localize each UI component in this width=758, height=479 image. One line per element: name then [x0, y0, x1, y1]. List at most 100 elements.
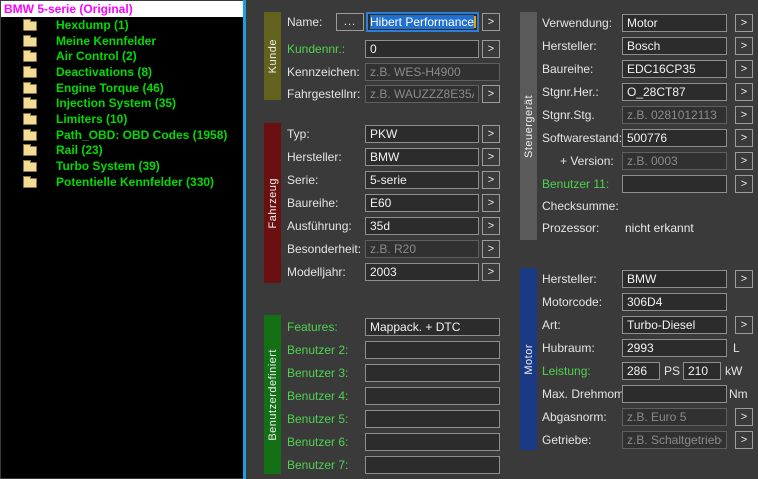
- verwendung-input[interactable]: [622, 14, 727, 32]
- typ-input[interactable]: [365, 125, 479, 143]
- stgnr-stg-input[interactable]: [622, 106, 727, 124]
- besonderheit-input[interactable]: [365, 240, 479, 258]
- features-input[interactable]: [365, 318, 500, 336]
- benutzer2-input[interactable]: [365, 341, 500, 359]
- name-arrow-button[interactable]: >: [482, 13, 500, 31]
- ecu-baureihe-arrow-button[interactable]: >: [735, 60, 753, 78]
- kundennr-input[interactable]: [365, 40, 479, 58]
- benutzer11-arrow-button[interactable]: >: [735, 175, 753, 193]
- ausfuehrung-input[interactable]: [365, 217, 479, 235]
- hersteller-arrow-button[interactable]: >: [482, 148, 500, 166]
- tree-item-engine-torque[interactable]: Engine Torque (46): [1, 80, 243, 96]
- browse-button[interactable]: ...: [336, 13, 364, 31]
- tree-item-potentielle-kennfelder[interactable]: Potentielle Kennfelder (330): [1, 174, 243, 190]
- stgnr-stg-label: Stgnr.Stg.: [542, 108, 595, 122]
- folder-icon: [23, 34, 37, 47]
- folder-icon: [23, 128, 37, 141]
- benutzer3-input[interactable]: [365, 364, 500, 382]
- softwarestand-arrow-button[interactable]: >: [735, 129, 753, 147]
- fahrgestellnr-arrow-button[interactable]: >: [482, 85, 500, 103]
- motor-hersteller-input[interactable]: [622, 270, 727, 288]
- hubraum-unit: L: [733, 341, 740, 355]
- stgnr-stg-arrow-button[interactable]: >: [735, 106, 753, 124]
- fahrgestellnr-input[interactable]: [365, 85, 479, 103]
- version-arrow-button[interactable]: >: [735, 152, 753, 170]
- folder-icon: [23, 144, 37, 157]
- tree-item-path-obd[interactable]: Path_OBD: OBD Codes (1958): [1, 127, 243, 143]
- tree-splitter[interactable]: [243, 0, 246, 479]
- tree-item-label: Path_OBD: OBD Codes (1958): [56, 127, 228, 142]
- hersteller-input[interactable]: [365, 148, 479, 166]
- abgasnorm-input[interactable]: [622, 408, 727, 426]
- drehmoment-unit: Nm: [729, 387, 748, 401]
- ecu-baureihe-input[interactable]: [622, 60, 727, 78]
- tree-item-hexdump[interactable]: Hexdump (1): [1, 17, 243, 33]
- ecu-hersteller-arrow-button[interactable]: >: [735, 37, 753, 55]
- modelljahr-arrow-button[interactable]: >: [482, 263, 500, 281]
- tree-item-injection-system[interactable]: Injection System (35): [1, 95, 243, 111]
- ausfuehrung-arrow-button[interactable]: >: [482, 217, 500, 235]
- verwendung-arrow-button[interactable]: >: [735, 14, 753, 32]
- getriebe-label: Getriebe:: [542, 433, 592, 447]
- motorcode-label: Motorcode:: [542, 295, 603, 309]
- drehmoment-input[interactable]: [622, 385, 727, 403]
- tree-item-label: Potentielle Kennfelder (330): [56, 174, 215, 189]
- modelljahr-label: Modelljahr:: [287, 265, 346, 279]
- stgnr-her-label: Stgnr.Her.:: [542, 85, 599, 99]
- verwendung-label: Verwendung:: [542, 16, 613, 30]
- art-input[interactable]: [622, 316, 727, 334]
- getriebe-input[interactable]: [622, 431, 727, 449]
- tree-item-turbo-system[interactable]: Turbo System (39): [1, 158, 243, 174]
- ecu-hersteller-input[interactable]: [622, 37, 727, 55]
- tree-root-item[interactable]: BMW 5-serie (Original): [1, 1, 243, 17]
- hubraum-input[interactable]: [622, 339, 727, 357]
- kennzeichen-input[interactable]: [365, 63, 500, 81]
- tree-item-limiters[interactable]: Limiters (10): [1, 111, 243, 127]
- stgnr-her-input[interactable]: [622, 83, 727, 101]
- serie-arrow-button[interactable]: >: [482, 171, 500, 189]
- baureihe-input[interactable]: [365, 194, 479, 212]
- text-caret: [474, 16, 477, 28]
- name-input[interactable]: Hibert Performance: [366, 12, 479, 32]
- benutzer3-label: Benutzer 3:: [287, 366, 349, 380]
- tree-item-rail[interactable]: Rail (23): [1, 143, 243, 159]
- baureihe-arrow-button[interactable]: >: [482, 194, 500, 212]
- getriebe-arrow-button[interactable]: >: [735, 431, 753, 449]
- benutzer7-input[interactable]: [365, 456, 500, 474]
- prozessor-value: nicht erkannt: [625, 221, 694, 235]
- leistung-label: Leistung:: [542, 364, 591, 378]
- tree-item-label: Rail (23): [56, 143, 103, 158]
- checksumme-label: Checksumme:: [542, 199, 619, 213]
- hubraum-label: Hubraum:: [542, 341, 595, 355]
- prozessor-label: Prozessor:: [542, 221, 600, 235]
- benutzer5-input[interactable]: [365, 410, 500, 428]
- tree-item-air-control[interactable]: Air Control (2): [1, 48, 243, 64]
- kundennr-arrow-button[interactable]: >: [482, 40, 500, 58]
- benutzer11-input[interactable]: [622, 175, 727, 193]
- baureihe-label: Baureihe:: [287, 196, 339, 210]
- motor-hersteller-arrow-button[interactable]: >: [735, 270, 753, 288]
- tree-item-label: Turbo System (39): [56, 159, 160, 174]
- leistung-kw-input[interactable]: [683, 362, 721, 380]
- section-fahrzeug: Fahrzeug Typ: > Hersteller: > Serie: > B…: [264, 123, 501, 285]
- tree-item-meine-kennfelder[interactable]: Meine Kennfelder: [1, 33, 243, 49]
- modelljahr-input[interactable]: [365, 263, 479, 281]
- leistung-ps-input[interactable]: [622, 362, 660, 380]
- serie-input[interactable]: [365, 171, 479, 189]
- section-benutzerdefiniert: Benutzerdefiniert Features: Benutzer 2: …: [264, 315, 501, 476]
- art-arrow-button[interactable]: >: [735, 316, 753, 334]
- benutzer6-input[interactable]: [365, 433, 500, 451]
- section-motor: Motor Hersteller: > Motorcode: Art: > Hu…: [520, 268, 755, 452]
- benutzer6-label: Benutzer 6:: [287, 435, 349, 449]
- tree-item-label: Meine Kennfelder: [56, 33, 157, 48]
- besonderheit-arrow-button[interactable]: >: [482, 240, 500, 258]
- typ-arrow-button[interactable]: >: [482, 125, 500, 143]
- tree-item-deactivations[interactable]: Deactivations (8): [1, 64, 243, 80]
- motorcode-input[interactable]: [622, 293, 727, 311]
- benutzer4-input[interactable]: [365, 387, 500, 405]
- version-input[interactable]: [622, 152, 727, 170]
- abgasnorm-arrow-button[interactable]: >: [735, 408, 753, 426]
- stgnr-her-arrow-button[interactable]: >: [735, 83, 753, 101]
- kundennr-label: Kundennr.:: [287, 42, 346, 56]
- softwarestand-input[interactable]: [622, 129, 727, 147]
